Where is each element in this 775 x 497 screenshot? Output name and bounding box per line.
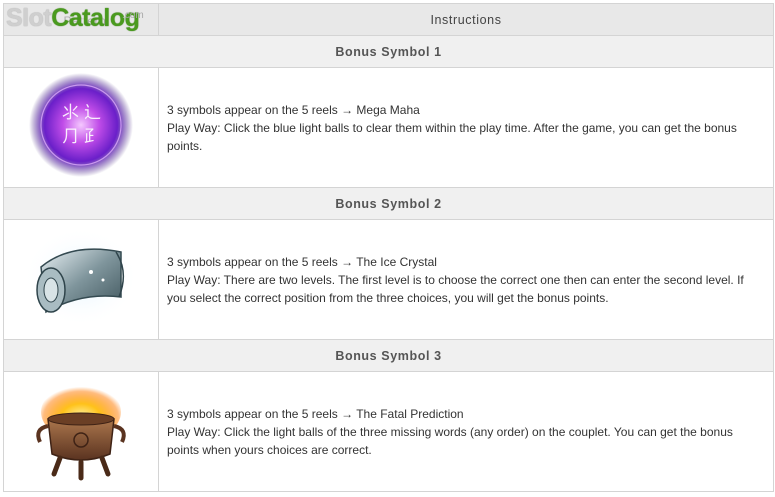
bonus-symbols-table: Pattern Instructions Bonus Symbol 1 ⺢ ⻌ … [3,3,774,492]
play-way-text: Play Way: Click the blue light balls to … [167,120,737,153]
symbol-image-cell: ⺢ ⻌ ⺆ ⺪ [3,67,159,188]
watermark-slot-text: Slot [6,4,52,32]
symbol-description: 3 symbols appear on the 5 reels → Mega M… [158,67,774,188]
purple-orb-icon: ⺢ ⻌ ⺆ ⺪ [29,73,133,177]
table-row: 3 symbols appear on the 5 reels → The Fa… [3,371,774,492]
svg-text:⺢: ⺢ [62,103,79,123]
column-header-instructions: Instructions [158,3,774,36]
section-header-row: Bonus Symbol 2 [3,187,774,220]
fire-cauldron-icon [36,384,126,481]
section-title: Bonus Symbol 3 [3,339,774,372]
symbol-description: 3 symbols appear on the 5 reels → The Ic… [158,219,774,340]
section-header-row: Bonus Symbol 1 [3,35,774,68]
play-way-text: Play Way: Click the light balls of the t… [167,424,733,457]
table-row: ⺢ ⻌ ⺆ ⺪ 3 symbols appear on the 5 reels … [3,67,774,188]
trigger-text: 3 symbols appear on the 5 reels → Mega M… [167,102,420,117]
symbol-image-cell [3,371,159,492]
play-way-text: Play Way: There are two levels. The firs… [167,272,744,305]
table-row: 3 symbols appear on the 5 reels → The Ic… [3,219,774,340]
section-title: Bonus Symbol 2 [3,187,774,220]
section-header-row: Bonus Symbol 3 [3,339,774,372]
slotcatalog-watermark: SlotCatalog .com [6,4,144,32]
svg-text:⺪: ⺪ [84,127,101,147]
watermark-com-text: .com [122,10,144,21]
ice-crystal-scroll-icon [23,227,139,327]
trigger-text: 3 symbols appear on the 5 reels → The Fa… [167,406,464,421]
symbol-image-cell [3,219,159,340]
svg-text:⺆: ⺆ [62,127,79,147]
svg-text:⻌: ⻌ [84,103,101,123]
symbol-description: 3 symbols appear on the 5 reels → The Fa… [158,371,774,492]
section-title: Bonus Symbol 1 [3,35,774,68]
trigger-text: 3 symbols appear on the 5 reels → The Ic… [167,254,437,269]
